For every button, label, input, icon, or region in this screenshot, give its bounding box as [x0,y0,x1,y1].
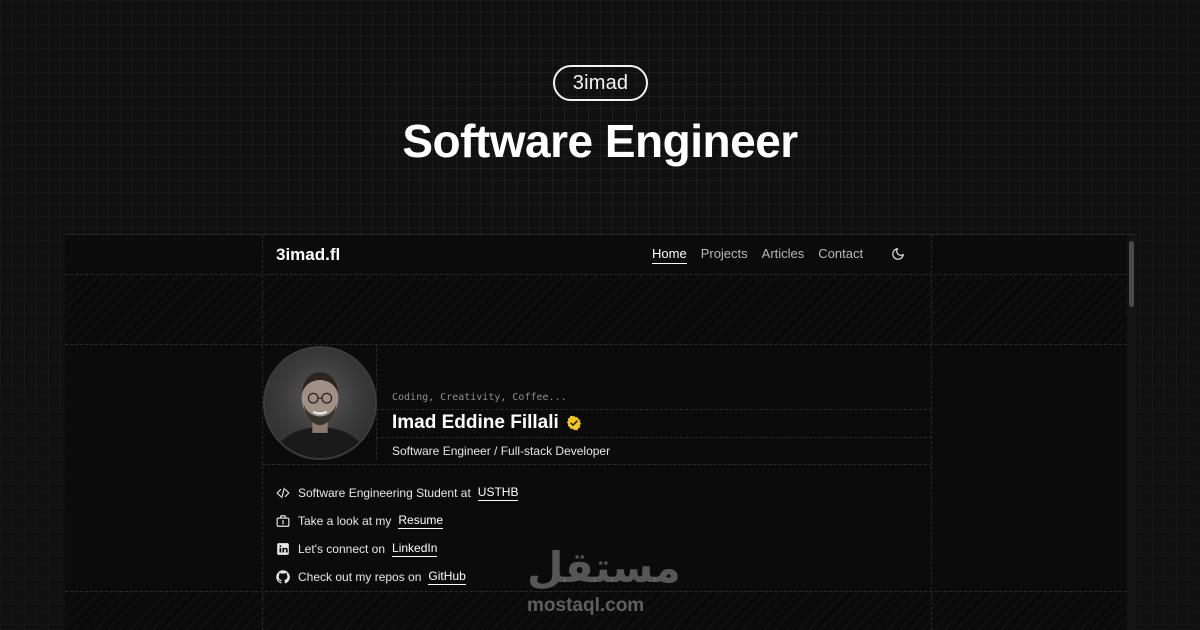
linkedin-icon [276,542,290,556]
profile-links: Software Engineering Student at USTHB Ta… [276,479,519,591]
scrollbar-thumb[interactable] [1129,241,1134,307]
guide-line [65,344,1127,345]
moon-icon[interactable] [891,247,905,261]
brand-pill: 3imad [553,65,648,101]
usthb-link[interactable]: USTHB [477,485,519,501]
scrollbar[interactable] [1127,235,1136,630]
briefcase-icon [276,514,290,528]
guide-line [262,464,932,465]
verified-badge-icon [566,415,582,431]
hatched-band [65,275,1127,344]
profile-name: Imad Eddine Fillali [392,412,582,434]
guide-line [376,409,932,410]
resume-link[interactable]: Resume [398,513,444,529]
link-text: Check out my repos on [298,570,422,584]
avatar [263,346,377,460]
site-navbar: 3imad.fl Home Projects Articles Contact [65,235,1127,274]
profile-tagline: Coding, Creativity, Coffee... [392,392,567,403]
nav-menu: Home Projects Articles Contact [652,246,863,264]
profile-name-text: Imad Eddine Fillali [392,412,559,433]
github-link[interactable]: GitHub [428,569,466,585]
guide-line [376,437,932,438]
github-icon [276,570,290,584]
link-text: Let's connect on [298,542,386,556]
list-item: Take a look at my Resume [276,507,518,535]
nav-home[interactable]: Home [652,246,687,264]
watermark-logo: مستقل [527,544,681,591]
link-text: Software Engineering Student at [298,486,471,500]
list-item: Check out my repos on GitHub [276,563,518,591]
link-text: Take a look at my [298,514,392,528]
profile-role: Software Engineer / Full-stack Developer [392,444,611,458]
nav-contact[interactable]: Contact [818,246,863,264]
list-item: Software Engineering Student at USTHB [276,479,519,507]
linkedin-link[interactable]: LinkedIn [392,541,438,557]
nav-projects[interactable]: Projects [701,246,748,264]
list-item: Let's connect on LinkedIn [276,535,518,563]
watermark-domain: mostaql.com [527,595,645,616]
hero-title: Software Engineer [402,115,798,167]
code-icon [276,486,290,500]
nav-articles[interactable]: Articles [762,246,805,264]
site-logo[interactable]: 3imad.fl [276,245,340,265]
